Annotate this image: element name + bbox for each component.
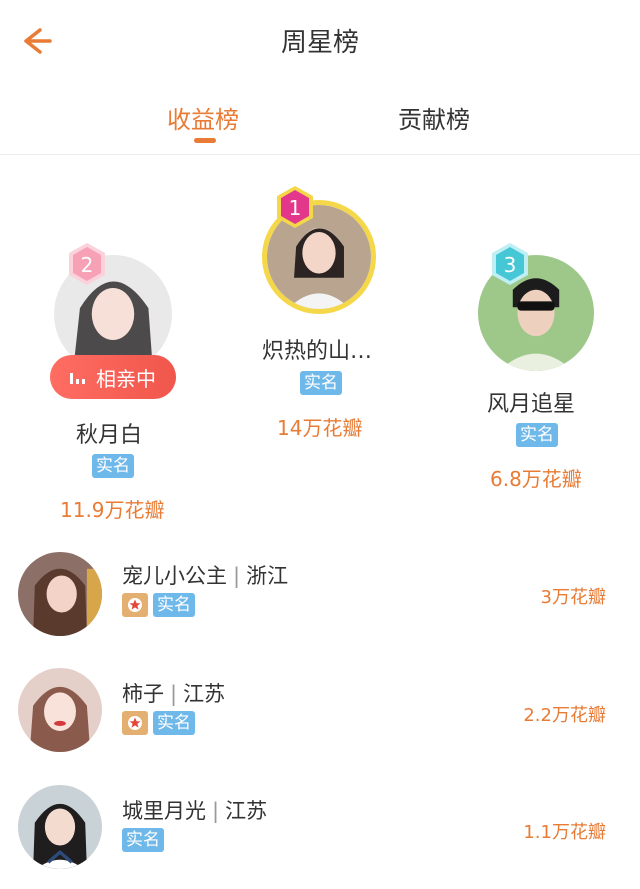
svg-text:3: 3 xyxy=(504,253,517,277)
avatar[interactable] xyxy=(18,668,102,752)
podium-score: 14万花瓣 xyxy=(277,416,363,440)
verified-badge: 实名 xyxy=(516,423,558,447)
verified-badge: 实名 xyxy=(153,593,195,617)
podium-name: 炽热的山… xyxy=(262,339,373,364)
tab-underline xyxy=(194,138,216,143)
rank-3-badge-icon: 3 xyxy=(489,241,531,287)
avatar[interactable] xyxy=(18,552,102,636)
list-name: 宠儿小公主 | 浙江 xyxy=(122,564,289,588)
list-score: 1.1万花瓣 xyxy=(523,822,606,843)
list-score: 2.2万花瓣 xyxy=(523,705,606,726)
verified-badge: 实名 xyxy=(122,828,164,852)
vip-star-icon xyxy=(122,711,148,735)
svg-text:2: 2 xyxy=(81,253,94,277)
dating-status-button[interactable]: 相亲中 xyxy=(50,355,176,399)
rank-2-badge-icon: 2 xyxy=(66,241,108,287)
rank-1-badge-icon: 1 xyxy=(274,184,316,230)
verified-badge: 实名 xyxy=(153,711,195,735)
list-item[interactable]: 宠儿小公主 | 浙江 实名 3万花瓣 xyxy=(0,540,640,650)
verified-badge: 实名 xyxy=(300,371,342,395)
list-name: 城里月光 | 江苏 xyxy=(122,799,268,823)
podium-score: 6.8万花瓣 xyxy=(490,467,582,491)
list-item[interactable]: 柿子 | 江苏 实名 2.2万花瓣 xyxy=(0,658,640,768)
avatar[interactable] xyxy=(18,785,102,869)
tab-bar: 收益榜 贡献榜 xyxy=(0,82,640,155)
header: 周星榜 xyxy=(0,0,640,82)
tab-contribution[interactable]: 贡献榜 xyxy=(398,100,470,135)
podium-name: 秋月白 xyxy=(76,423,143,448)
svg-text:1: 1 xyxy=(289,196,302,220)
list-score: 3万花瓣 xyxy=(540,587,606,608)
verified-badge: 实名 xyxy=(92,454,134,478)
list-name: 柿子 | 江苏 xyxy=(122,682,226,706)
podium-score: 11.9万花瓣 xyxy=(60,498,165,522)
tab-income[interactable]: 收益榜 xyxy=(167,100,239,135)
podium-name: 风月追星 xyxy=(487,392,576,417)
vip-star-icon xyxy=(122,593,148,617)
page-title: 周星榜 xyxy=(280,28,359,58)
list-item[interactable]: 城里月光 | 江苏 实名 1.1万花瓣 xyxy=(0,775,640,885)
signal-bars-icon xyxy=(70,365,90,389)
dating-status-label: 相亲中 xyxy=(96,366,156,391)
